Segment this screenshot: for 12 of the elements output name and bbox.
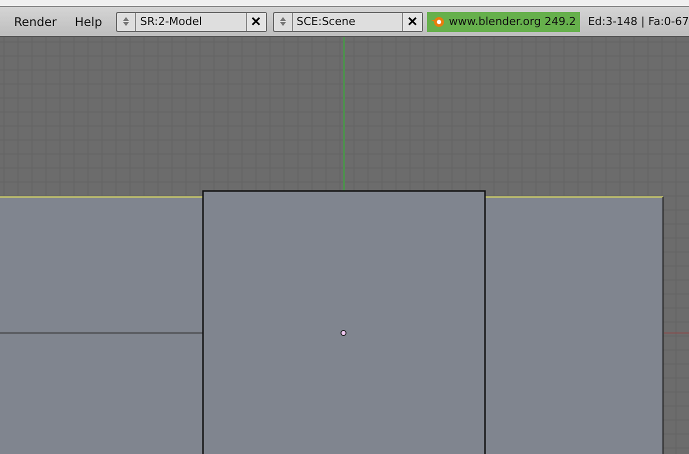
menu-item[interactable]: Render [6, 14, 65, 28]
close-button[interactable]: ✕ [402, 12, 422, 30]
field-value: SCE:Scene [296, 15, 356, 28]
close-button[interactable]: ✕ [246, 12, 266, 30]
field-value: SR:2-Model [139, 15, 204, 28]
version-text: www.blender.org 249.2 [448, 15, 576, 28]
menu-item[interactable]: Help [66, 14, 110, 28]
name-field[interactable]: SCE:Scene ✕ [272, 12, 423, 32]
name-field[interactable]: SR:2-Model ✕ [116, 12, 266, 32]
logo-icon [430, 16, 445, 28]
stats-text: Ed:3-148 | Fa:0-67 [588, 15, 689, 28]
pivot-icon [340, 330, 346, 336]
